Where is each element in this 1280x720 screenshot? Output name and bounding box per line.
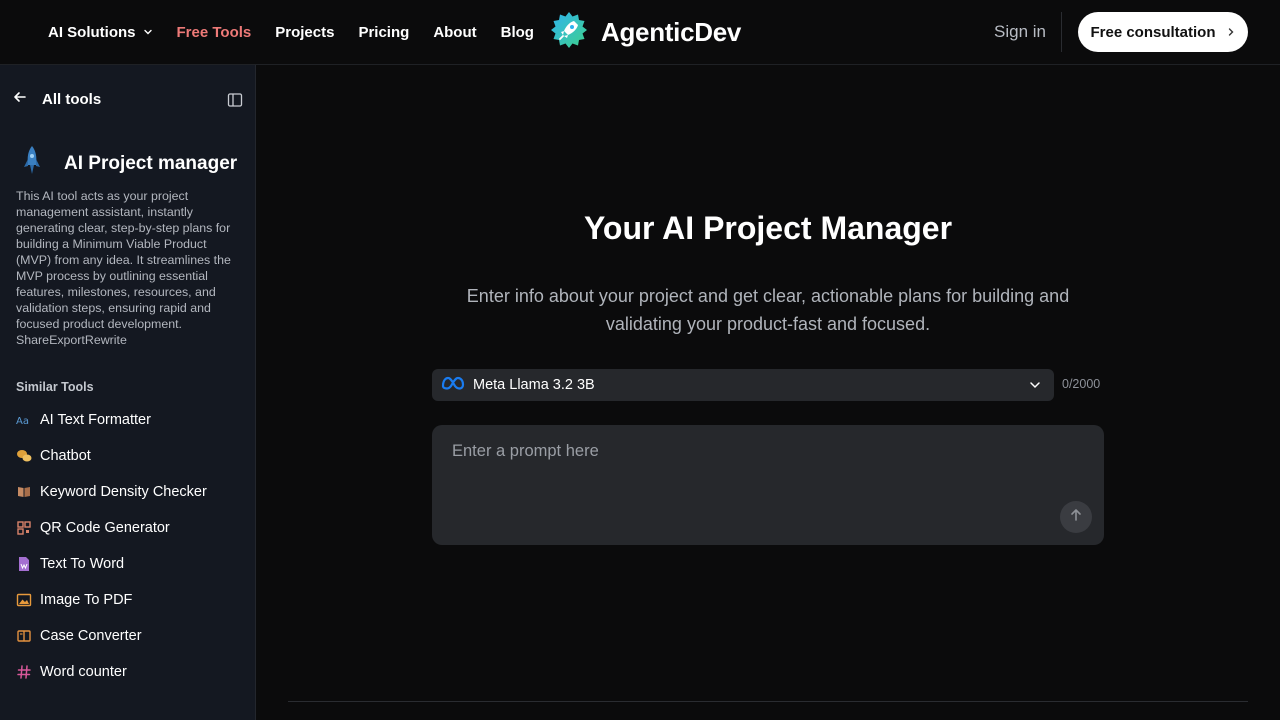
similar-tool-chatbot[interactable]: Chatbot [16,438,207,474]
chevron-down-icon [143,27,153,37]
hash-icon [16,664,32,680]
tool-actions-text[interactable]: ShareExportRewrite [16,333,127,347]
text-format-icon: Aa [16,412,32,428]
similar-tool-text-to-word[interactable]: Text To Word [16,546,207,582]
nav-pricing-label: Pricing [358,23,410,41]
chevron-down-icon [1028,378,1042,392]
similar-tool-qr-code-generator[interactable]: QR Code Generator [16,510,207,546]
page-title: Your AI Project Manager [583,210,953,246]
similar-tool-keyword-density-checker[interactable]: Keyword Density Checker [16,474,207,510]
rocket-badge-icon [547,8,591,57]
similar-tool-label: QR Code Generator [40,520,170,536]
tool-title: AI Project manager [64,152,238,174]
nav-ai-solutions[interactable]: AI Solutions [48,24,153,41]
svg-text:Aa: Aa [16,416,29,427]
rocket-icon [20,145,44,182]
nav-blog[interactable]: Blog [501,24,534,41]
similar-tools-heading: Similar Tools [16,380,94,394]
send-button[interactable] [1060,501,1092,533]
model-select-value: Meta Llama 3.2 3B [473,377,595,393]
logo-text: AgenticDev [601,16,742,47]
nav-projects-label: Projects [275,23,335,41]
prompt-input[interactable] [452,439,1072,463]
chat-bubbles-icon [16,448,32,464]
case-convert-icon [16,628,32,644]
arrow-up-icon [1068,507,1084,528]
header-divider [1061,12,1062,52]
chevron-right-icon [1226,27,1236,37]
nav-pricing[interactable]: Pricing [358,24,409,41]
prompt-box [432,425,1104,545]
arrow-left-icon [12,89,28,110]
all-tools-label: All tools [42,91,102,108]
top-header: AI Solutions Free Tools Projects Pricing… [0,0,1280,65]
nav-about-label: About [433,23,477,41]
similar-tool-label: AI Text Formatter [40,412,151,428]
content-divider [288,701,1248,702]
nav-about[interactable]: About [433,24,476,41]
nav-projects[interactable]: Projects [275,24,334,41]
char-count: 0/2000 [1062,377,1101,391]
similar-tool-label: Chatbot [40,448,91,464]
qr-code-icon [16,520,32,536]
similar-tool-label: Text To Word [40,556,125,572]
free-consultation-button[interactable]: Free consultation [1078,12,1248,52]
nav-blog-label: Blog [500,23,534,41]
word-doc-icon [16,556,32,572]
image-icon [16,592,32,608]
all-tools-back-link[interactable]: All tools [12,89,101,110]
similar-tool-label: Keyword Density Checker [40,484,207,500]
sign-in-link[interactable]: Sign in [994,22,1046,42]
site-logo[interactable]: AgenticDev [547,10,741,54]
similar-tool-label: Image To PDF [40,592,133,608]
similar-tool-case-converter[interactable]: Case Converter [16,618,207,654]
similar-tool-image-to-pdf[interactable]: Image To PDF [16,582,207,618]
tool-header: AI Project manager [20,145,237,182]
similar-tool-word-counter[interactable]: Word counter [16,654,207,690]
nav-free-tools[interactable]: Free Tools [177,24,252,41]
model-select[interactable]: Meta Llama 3.2 3B [432,369,1054,401]
meta-logo-icon [441,376,465,395]
similar-tool-ai-text-formatter[interactable]: Aa AI Text Formatter [16,402,207,438]
tools-sidebar: All tools AI Project manager This AI too… [0,65,256,720]
page-subtitle: Enter info about your project and get cl… [466,286,1070,334]
book-icon [16,484,32,500]
nav-ai-solutions-label: AI Solutions [48,23,136,41]
sidebar-collapse-icon[interactable] [227,92,243,113]
similar-tool-label: Case Converter [40,628,142,644]
similar-tool-label: Word counter [40,664,127,680]
similar-tools-list: Aa AI Text Formatter Chatbot Keyword Den… [16,402,207,690]
main-nav: AI Solutions Free Tools Projects Pricing… [48,0,558,64]
tool-description-text: This AI tool acts as your project manage… [16,189,231,331]
tool-description: This AI tool acts as your project manage… [16,188,244,348]
nav-free-tools-label: Free Tools [176,23,252,41]
free-consultation-label: Free consultation [1090,23,1216,41]
